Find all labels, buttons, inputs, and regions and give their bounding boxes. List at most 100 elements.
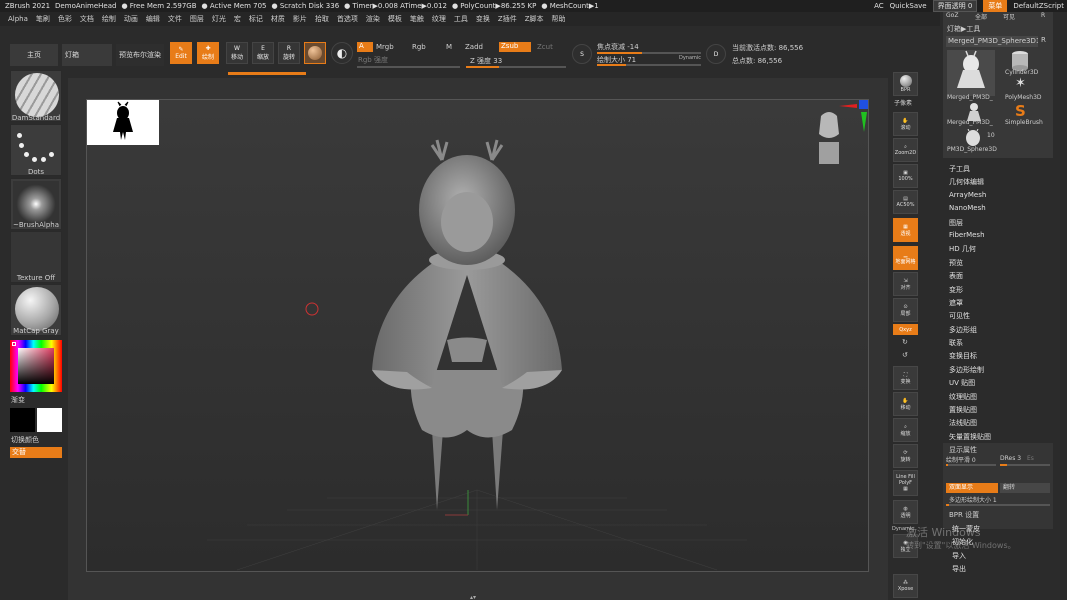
deformation-menu[interactable]: 变形	[949, 285, 991, 298]
menu-tool[interactable]: 工具	[454, 14, 468, 24]
transparency-slider[interactable]: 界面透明 0	[932, 0, 978, 12]
menu-zplugin[interactable]: Z插件	[498, 14, 517, 24]
menu-marker[interactable]: 标记	[249, 14, 263, 24]
visibility-menu[interactable]: 可见性	[949, 311, 991, 324]
m-button[interactable]: M	[446, 43, 452, 51]
polypaint-menu[interactable]: 多边形绘制	[949, 365, 991, 378]
transparent-button[interactable]: ◍ 透明	[893, 500, 918, 524]
polygroups-menu[interactable]: 多边形组	[949, 325, 991, 338]
mrgb-button[interactable]: Mrgb	[376, 43, 394, 51]
lightbox-button[interactable]: 灯箱	[62, 44, 112, 66]
menu-alpha[interactable]: Alpha	[8, 15, 28, 23]
menu-macro[interactable]: 宏	[234, 14, 241, 24]
menu-file[interactable]: 文件	[168, 14, 182, 24]
morph-target-menu[interactable]: 变换目标	[949, 351, 991, 364]
double-sided-toggle[interactable]: 双面显示	[946, 483, 998, 493]
menu-document[interactable]: 文档	[80, 14, 94, 24]
bpr-button[interactable]: BPR	[893, 72, 918, 96]
menu-render[interactable]: 渲染	[366, 14, 380, 24]
current-tool-r-button[interactable]: R	[1041, 36, 1046, 44]
poly-size-slider[interactable]	[946, 504, 1050, 506]
preview-menu[interactable]: 预览	[949, 258, 991, 271]
menu-help[interactable]: 帮助	[552, 14, 566, 24]
surface-menu[interactable]: 表面	[949, 271, 991, 284]
polyframe-button[interactable]: Line Fill PolyF ▦	[893, 470, 918, 496]
subtool-menu[interactable]: 子工具	[949, 164, 991, 177]
bottom-shelf-toggle-icon[interactable]: ▴▾	[470, 594, 484, 600]
xyz-rotate-button[interactable]: Qxyz	[893, 324, 918, 335]
menu-movie-anim[interactable]: 动画	[124, 14, 138, 24]
import-menu[interactable]: 导入	[949, 551, 980, 564]
draw-button[interactable]: ✚ 绘制	[197, 42, 219, 64]
bpr-preview-button[interactable]: 预览布尔渲染	[116, 44, 164, 66]
simplebrush-icon[interactable]: S	[1015, 102, 1026, 120]
draw-size-slider[interactable]	[597, 64, 701, 66]
bpr-settings-menu[interactable]: BPR 设置	[949, 510, 979, 520]
menu-preferences[interactable]: 首选项	[337, 14, 358, 24]
contact-menu[interactable]: 联系	[949, 338, 991, 351]
goz-button[interactable]: GoZ	[946, 12, 958, 19]
menu-light[interactable]: 灯光	[212, 14, 226, 24]
material-swatch-button[interactable]	[304, 42, 326, 64]
primary-color-swatch[interactable]	[10, 408, 35, 432]
menu-button[interactable]: 菜单	[983, 0, 1008, 12]
xpose-button[interactable]: ⁂ Xpose	[893, 574, 918, 598]
menu-draw[interactable]: 绘制	[102, 14, 116, 24]
s-brush-toggle[interactable]: S	[572, 44, 592, 64]
focal-shift-slider[interactable]	[597, 52, 701, 54]
half-size-button[interactable]: ▤ AC50%	[893, 190, 918, 214]
z-intensity-slider[interactable]	[466, 66, 566, 68]
switch-color-label[interactable]: 切换颜色	[11, 435, 39, 445]
move-button[interactable]: W 移动	[226, 42, 248, 64]
home-button[interactable]: 主页	[10, 44, 58, 66]
goz-visible-button[interactable]: 可见	[1003, 12, 1015, 21]
layers-menu[interactable]: 图层	[949, 218, 991, 231]
flip-button[interactable]: 翻转	[1000, 483, 1050, 493]
gradient-label[interactable]: 渐变	[11, 395, 25, 405]
a-button[interactable]: A	[357, 42, 373, 52]
export-menu[interactable]: 导出	[949, 564, 980, 577]
displacement-map-menu[interactable]: 置换贴图	[949, 405, 991, 418]
document-viewport[interactable]	[86, 99, 869, 572]
rgb-intensity-slider[interactable]	[357, 66, 460, 68]
merged-tool-thumb-1[interactable]	[947, 50, 995, 96]
menu-color[interactable]: 色彩	[58, 14, 72, 24]
actual-size-button[interactable]: ▣ 100%	[893, 164, 918, 188]
menu-material[interactable]: 材质	[271, 14, 285, 24]
menu-stencil[interactable]: 模板	[388, 14, 402, 24]
frame-button[interactable]: ⛶ 变换	[893, 366, 918, 390]
geometry-menu[interactable]: 几何体编辑	[949, 177, 991, 190]
display-properties-title[interactable]: 显示属性	[949, 445, 977, 455]
menu-picker[interactable]: 拾取	[315, 14, 329, 24]
spotlight-button[interactable]: ◐	[331, 42, 353, 64]
quicksave-button[interactable]: QuickSave	[890, 2, 927, 10]
rotate-button[interactable]: R 旋转	[278, 42, 300, 64]
local-button[interactable]: ⊙ 局部	[893, 298, 918, 322]
secondary-color-swatch[interactable]	[37, 408, 62, 432]
d-brush-toggle[interactable]: D	[706, 44, 726, 64]
menu-brush[interactable]: 笔刷	[36, 14, 50, 24]
polymesh-star-icon[interactable]: ✶	[1015, 76, 1026, 91]
menu-movie[interactable]: 影片	[293, 14, 307, 24]
color-square[interactable]	[18, 348, 54, 384]
arraymesh-menu[interactable]: ArrayMesh	[949, 191, 991, 204]
normal-map-menu[interactable]: 法线贴图	[949, 418, 991, 431]
default-zscript-button[interactable]: DefaultZScript	[1013, 2, 1064, 10]
scroll-button[interactable]: ✋ 滚动	[893, 112, 918, 136]
edit-button[interactable]: ✎ Edit	[170, 42, 192, 64]
rotate-z-icon[interactable]: ↺	[902, 351, 908, 359]
move-view-button[interactable]: ✋ 移动	[893, 392, 918, 416]
snap-button[interactable]: ⇲ 对齐	[893, 272, 918, 296]
masking-menu[interactable]: 遮罩	[949, 298, 991, 311]
dynamic-toggle[interactable]: Dynamic	[679, 55, 701, 61]
fibermesh-menu[interactable]: FiberMesh	[949, 231, 991, 244]
smooth-slider[interactable]	[946, 464, 996, 466]
goz-r-button[interactable]: R	[1041, 12, 1045, 19]
scale-button[interactable]: E 缩放	[252, 42, 274, 64]
alternate-button[interactable]: 交替	[10, 447, 62, 458]
color-picker[interactable]	[10, 340, 62, 392]
dres-slider[interactable]	[1000, 464, 1050, 466]
subpixel-label[interactable]: 子像素	[894, 98, 912, 107]
current-tool-name[interactable]: Merged_PM3D_Sphere3D1	[946, 36, 1038, 47]
sphere-tool-thumb[interactable]	[963, 128, 983, 147]
